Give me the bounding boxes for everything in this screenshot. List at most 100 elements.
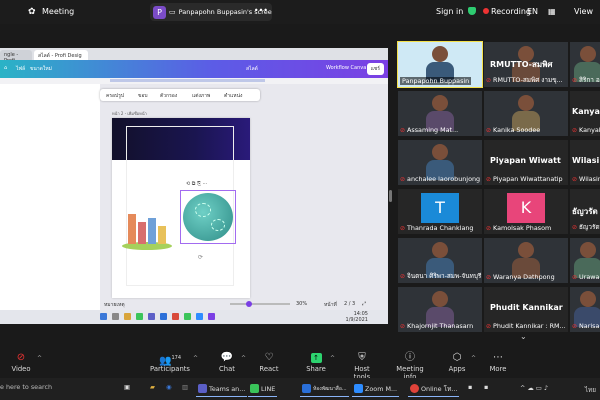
canva-share-button[interactable]: แชร์ (366, 63, 384, 75)
browser-tab-active[interactable]: สไลด์ - Profi Desig (34, 50, 88, 60)
selection-tools[interactable]: ⟲ ⧉ ⎘ ⋯ (186, 181, 208, 187)
chat-button[interactable]: 💬 Chat ^ (216, 352, 246, 373)
taskbar-app-icon[interactable]: ▪ (484, 383, 488, 391)
adjust-button[interactable]: แต่งภาพ (192, 92, 210, 100)
mic-muted-icon: ⊘ (400, 224, 406, 232)
host-tools-button[interactable]: ⛨ Host tools (346, 352, 378, 381)
video-button[interactable]: ⊘ Video ^ (8, 352, 42, 373)
school-illustration[interactable] (122, 202, 174, 254)
participant-tile[interactable]: ⊘ สิริกา อ (570, 42, 600, 87)
participants-button[interactable]: 👥174 Participants ^ (150, 352, 198, 373)
participant-tile[interactable]: ⊘ Kanika Soodee (484, 91, 568, 136)
expand-icon[interactable]: ⤢ (362, 301, 366, 307)
taskbar-search[interactable]: e here to search (0, 383, 52, 391)
zoom-slider[interactable] (230, 301, 290, 307)
chat-icon: 💬 (220, 352, 234, 363)
meeting-info-button[interactable]: ⓘ Meeting info (390, 352, 430, 381)
participant-tile[interactable]: K ⊘ Kamolsak Phasom (484, 189, 568, 234)
participant-name: Kanyak (579, 126, 600, 134)
participant-tile[interactable]: ⊘ Assaming Mat... (398, 91, 482, 136)
taskbar-app-chrome[interactable]: Online โท... (408, 381, 460, 397)
resize-menu[interactable]: ขนาดใหม่ (30, 65, 52, 73)
participant-tile[interactable]: ⊘ Khajornjit Thanasarn (398, 287, 482, 332)
chevron-up-icon[interactable]: ^ (37, 355, 42, 362)
chrome-icon (136, 313, 143, 320)
taskbar-app-icon[interactable]: ▪ (468, 383, 472, 391)
security-shield-icon[interactable] (468, 7, 476, 17)
participant-name: Khajornjit Thanasarn (407, 322, 474, 330)
system-tray-icons[interactable]: ^ ☁ ▭ ♪ (520, 384, 548, 392)
participant-tile[interactable]: ⊘ Narisa (570, 287, 600, 332)
home-icon[interactable]: ⌂ (4, 65, 7, 71)
participant-name: Thanrada Chanklang (407, 224, 474, 232)
participant-face (518, 242, 534, 258)
participant-tile[interactable]: ⊘ จินตนา ศิริพา-สมพ-จันทบุรี (398, 238, 482, 283)
gallery-next-page-button[interactable]: ⌄ (520, 332, 527, 341)
taskbar-app-line[interactable]: LINE (248, 381, 278, 397)
split-divider-handle[interactable] (389, 190, 392, 202)
rotate-handle-icon[interactable]: ⟳ (198, 254, 203, 261)
position-button[interactable]: ตำแหน่ง (224, 92, 242, 100)
workflow-menu[interactable]: Workflow Canva (326, 65, 366, 71)
participant-tile[interactable]: ธัญวรัต ⊘ธัญวรัตน์ (570, 189, 600, 234)
store-icon[interactable]: ▥ (182, 383, 188, 391)
chevron-up-icon[interactable]: ^ (471, 355, 476, 362)
react-button[interactable]: ♡ React (258, 352, 280, 373)
participant-name: Piyapan Wiwattanatip (493, 175, 563, 183)
participant-name-label: ⊘ anchalee laorobunjong (400, 175, 480, 183)
filter-button[interactable]: ตัวกรอง (160, 92, 177, 100)
taskbar-app-word[interactable]: ห้องพัฒนาสื่อ... (300, 381, 349, 397)
share-more-button[interactable]: ••• (254, 6, 268, 15)
participant-tile[interactable]: Panpapohn Buppasin (397, 41, 483, 88)
participant-tile[interactable]: Phudit Kannikar ⊘ Phudit Kannikar : RM... (484, 287, 568, 332)
pages-button[interactable]: หน้าที่ (324, 301, 337, 309)
participant-tile[interactable]: ⊘ Waranya Dathpong (484, 238, 568, 283)
chevron-up-icon[interactable]: ^ (241, 355, 246, 362)
participant-tile[interactable]: Wilasi ⊘Wilasini (570, 140, 600, 185)
border-button[interactable]: ขอบ (138, 92, 148, 100)
share-button[interactable]: ↑ Share ^ (305, 352, 335, 373)
participant-name: Waranya Dathpong (493, 273, 555, 281)
view-button[interactable]: View (574, 7, 593, 16)
participant-name: Narisa (579, 322, 600, 330)
taskbar-app-zoom[interactable]: Zoom M... (352, 381, 400, 397)
crop-button[interactable]: ครอปรูป (106, 92, 124, 100)
participant-name-label: ⊘ธัญวรัตน์ (572, 222, 600, 232)
browser-tab[interactable]: ngle - Profi (0, 50, 32, 64)
edge-icon[interactable]: ◉ (166, 383, 172, 391)
windows-taskbar: e here to search ▣ ▰ ◉ ▥ Teams an... LIN… (0, 378, 600, 400)
screen-share-indicator[interactable]: P ▭ Panpapohn Buppasin's scree ••• (150, 3, 272, 21)
participant-tile[interactable]: ⊘ anchalee laorobunjong (398, 140, 482, 185)
task-view-icon[interactable]: ▣ (124, 383, 130, 391)
video-label: Video (11, 365, 31, 373)
participant-tile[interactable]: ⊘ Urawa (570, 238, 600, 283)
participant-tile[interactable]: T ⊘ Thanrada Chanklang (398, 189, 482, 234)
globe-image-selected[interactable] (180, 190, 236, 244)
chevron-up-icon[interactable]: ^ (330, 355, 335, 362)
participant-name-label: ⊘ Phudit Kannikar : RM... (486, 322, 566, 330)
language-button[interactable]: EN (527, 7, 538, 16)
taskbar-app-teams[interactable]: Teams an... (196, 381, 248, 397)
sign-in-link[interactable]: Sign in (436, 7, 463, 16)
participant-name-label: ⊘ Khajornjit Thanasarn (400, 322, 473, 330)
meeting-controls: ⊘ Video ^ 👥174 Participants ^ 💬 Chat ^ ♡… (0, 348, 600, 381)
grid-icon: ▦ (548, 7, 556, 16)
file-menu[interactable]: ไฟล์ (16, 65, 25, 73)
participant-tile[interactable]: Kanyak⊘Kanyak (570, 91, 600, 136)
canvas-page[interactable]: ⟲ ⧉ ⎘ ⋯ ⟳ (112, 118, 250, 298)
chevron-up-icon[interactable]: ^ (193, 355, 198, 362)
participant-name-label: ⊘ Assaming Mat... (400, 126, 458, 134)
participant-tile[interactable]: Piyapan Wiwatt ⊘ Piyapan Wiwattanatip (484, 140, 568, 185)
participant-tile[interactable]: RMUTTO-สมพิศ ⊘ RMUTTO-สมพิศ งามขุ... (484, 42, 568, 87)
file-explorer-icon[interactable]: ▰ (150, 383, 155, 391)
input-language[interactable]: ไทย (585, 385, 596, 395)
apps-button[interactable]: ⬡ Apps ^ (446, 352, 476, 373)
recording-indicator[interactable]: Recording (483, 7, 531, 16)
meeting-top-bar: ✿ Meeting P ▭ Panpapohn Buppasin's scree… (0, 0, 600, 24)
more-button[interactable]: ⋯ More (487, 352, 509, 373)
participant-name-label: ⊘ Thanrada Chanklang (400, 224, 473, 232)
participant-display-name: RMUTTO-สมพิศ (490, 60, 553, 69)
notes-button[interactable]: หมายเหตุ (104, 301, 125, 309)
mic-muted-icon: ⊘ (400, 126, 406, 134)
participant-name: สิริกา อ (579, 76, 600, 84)
